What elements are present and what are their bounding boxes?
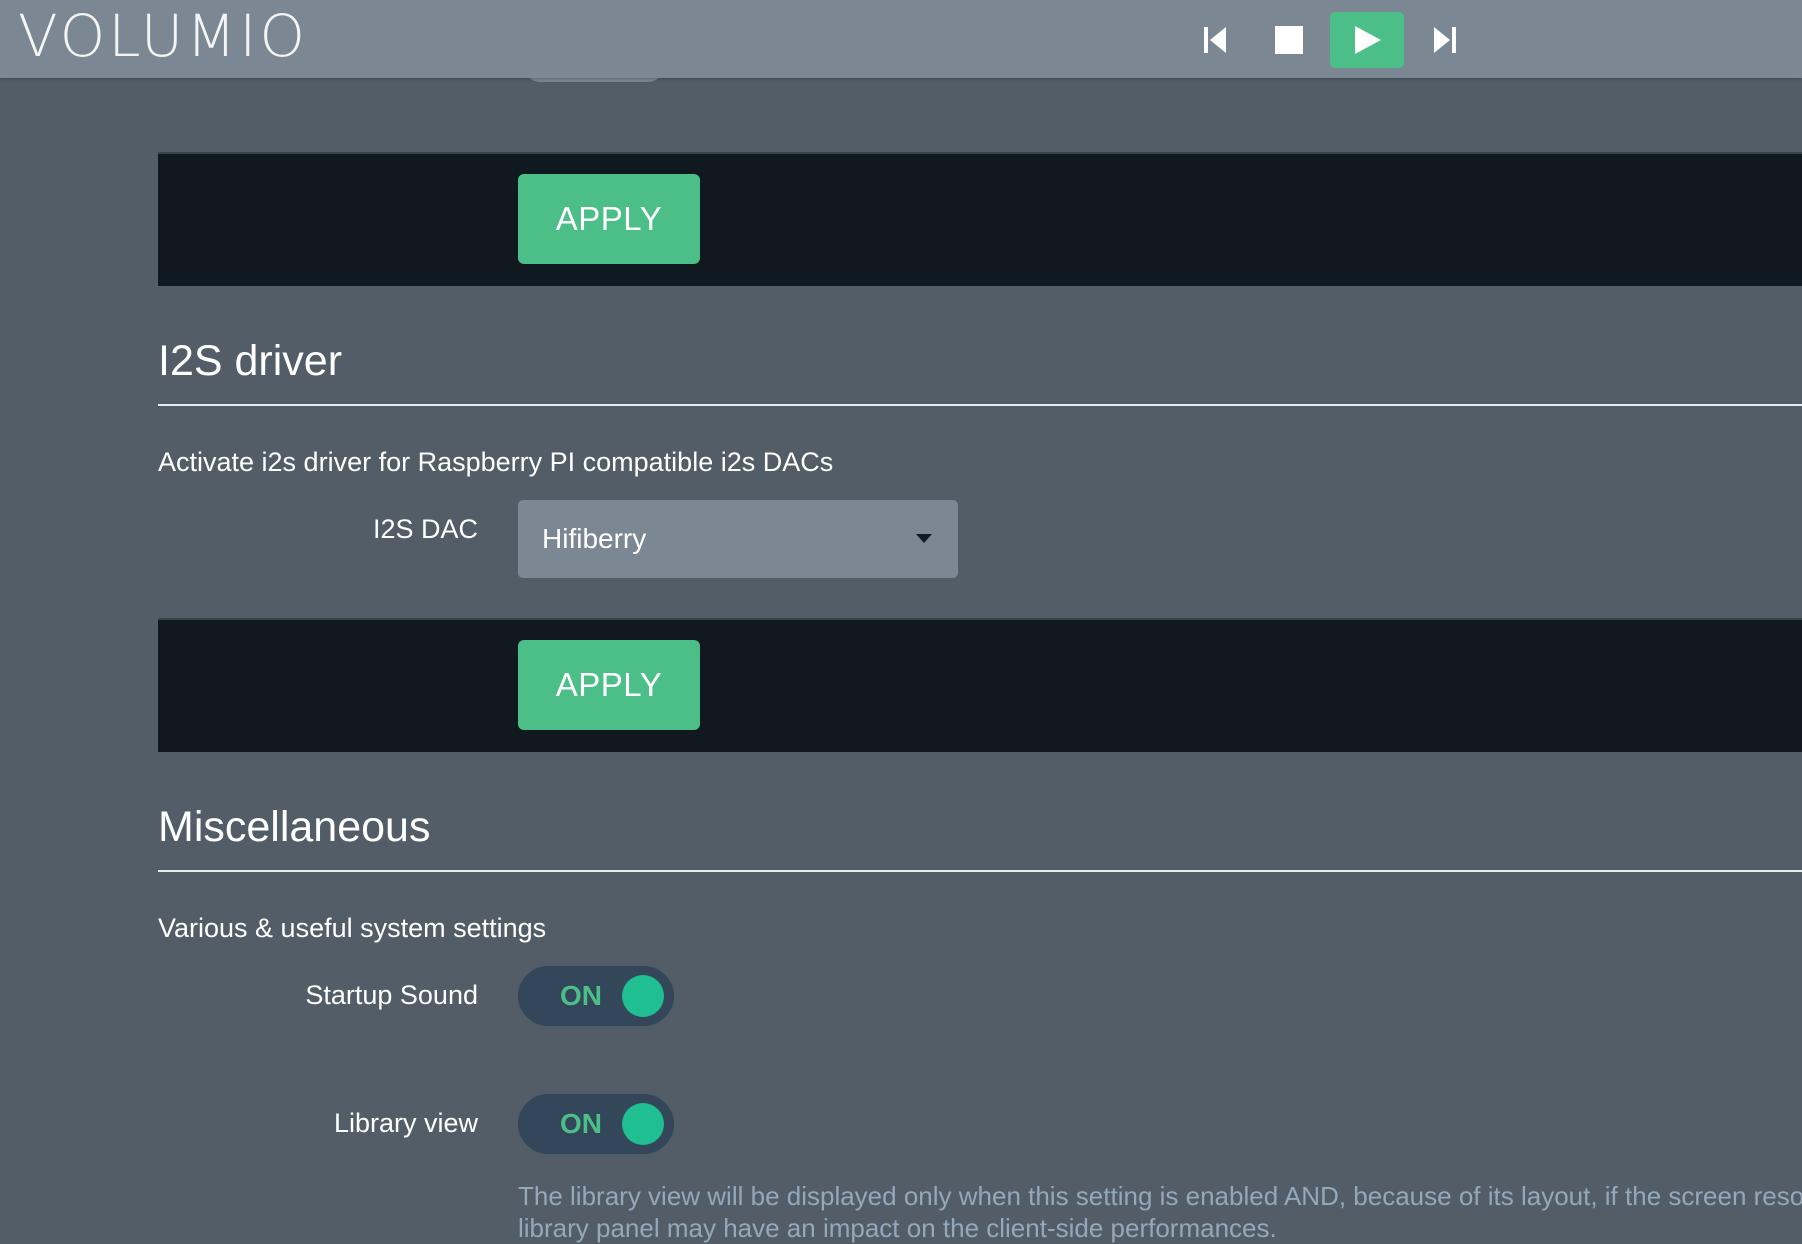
- stop-icon: [1275, 26, 1303, 54]
- library-view-help-text: The library view will be displayed only …: [518, 1180, 1802, 1244]
- library-view-help-line-2: library panel may have an impact on the …: [518, 1213, 1277, 1243]
- library-view-help-line-1: The library view will be displayed only …: [518, 1181, 1802, 1211]
- i2s-dac-label: I2S DAC: [372, 514, 478, 544]
- i2s-apply-button[interactable]: APPLY: [518, 640, 700, 730]
- library-view-label: Library view: [333, 1108, 478, 1138]
- i2s-section-divider: [158, 404, 1802, 406]
- misc-section-description: Various & useful system settings: [158, 913, 547, 943]
- previous-section-apply-bar: APPLY: [158, 152, 1802, 286]
- play-button[interactable]: [1330, 12, 1404, 68]
- startup-sound-toggle[interactable]: ON: [518, 966, 674, 1026]
- transport-controls: [1178, 12, 1482, 68]
- i2s-apply-bar: APPLY: [158, 618, 1802, 752]
- skip-next-icon: [1434, 27, 1456, 53]
- library-view-toggle[interactable]: ON: [518, 1094, 674, 1154]
- caret-down-icon: [916, 534, 932, 543]
- i2s-dac-select[interactable]: Hifiberry: [518, 500, 958, 578]
- startup-sound-state: ON: [560, 980, 602, 1011]
- toggle-knob: [622, 1103, 664, 1145]
- misc-section-title: Miscellaneous: [158, 803, 431, 851]
- settings-content: APPLY I2S driver Activate i2s driver for…: [0, 0, 1802, 1244]
- library-view-state: ON: [560, 1108, 602, 1139]
- i2s-dac-selected-value: Hifiberry: [542, 523, 647, 554]
- skip-previous-icon: [1204, 27, 1226, 53]
- top-bar: VOLUMIO: [0, 0, 1802, 78]
- stop-button[interactable]: [1252, 12, 1326, 68]
- previous-section-apply-button[interactable]: APPLY: [518, 174, 700, 264]
- toggle-knob: [622, 975, 664, 1017]
- i2s-section-title: I2S driver: [158, 337, 343, 385]
- volumio-logo[interactable]: VOLUMIO: [18, 2, 308, 70]
- next-button[interactable]: [1408, 12, 1482, 68]
- startup-sound-label: Startup Sound: [305, 980, 478, 1010]
- misc-section-divider: [158, 870, 1802, 872]
- i2s-section-description: Activate i2s driver for Raspberry PI com…: [158, 447, 834, 477]
- previous-button[interactable]: [1178, 12, 1252, 68]
- play-icon: [1355, 26, 1381, 54]
